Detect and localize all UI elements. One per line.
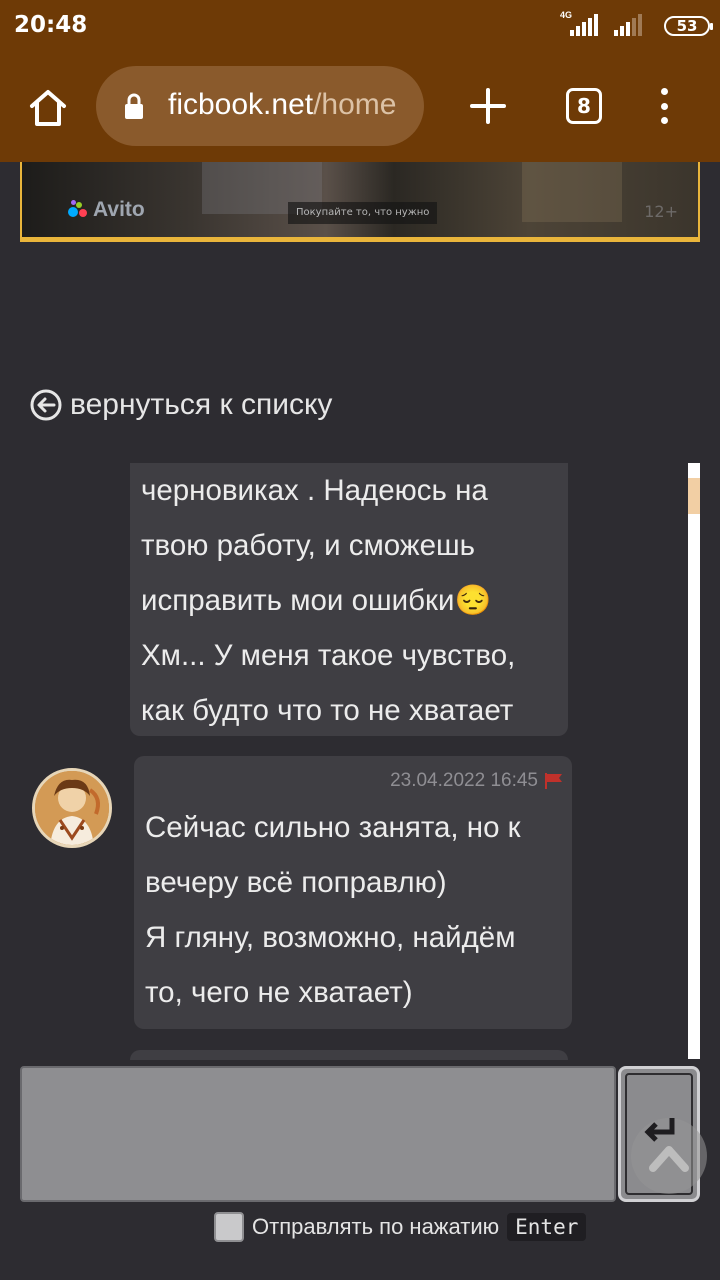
avito-logo: Avito bbox=[68, 198, 145, 222]
url-path: /home bbox=[313, 88, 397, 121]
battery-level: 53 bbox=[676, 17, 698, 35]
ad-banner[interactable]: Avito Покупайте то, что нужно 12+ bbox=[20, 162, 700, 242]
back-to-list-link[interactable]: вернуться к списку bbox=[30, 388, 332, 422]
ad-brand: Avito bbox=[93, 198, 145, 221]
browser-menu-button[interactable] bbox=[654, 86, 674, 126]
avatar[interactable] bbox=[32, 768, 112, 848]
enter-key-label: Enter bbox=[507, 1213, 587, 1241]
status-bar: 20:48 4G 53 bbox=[0, 0, 720, 52]
message-line: как будто что то не хватает bbox=[141, 694, 514, 727]
send-on-enter-label: Отправлять по нажатию bbox=[252, 1214, 500, 1239]
scrollbar-thumb[interactable] bbox=[688, 478, 700, 514]
address-bar[interactable]: ficbook.net/home bbox=[96, 66, 424, 146]
status-icons: 4G 53 bbox=[560, 10, 713, 36]
message-line: вечеру всё поправлю) bbox=[145, 866, 447, 899]
report-flag-icon[interactable] bbox=[544, 772, 564, 790]
signal-icon bbox=[612, 14, 654, 36]
message-text: Сейчас сильно занята, но к вечеру всё по… bbox=[145, 800, 575, 1020]
tab-switcher-button[interactable]: 8 bbox=[566, 88, 602, 124]
new-tab-button[interactable] bbox=[468, 86, 508, 126]
message-line: твою работу, и сможешь bbox=[141, 529, 476, 562]
message-line: Хм... У меня такое чувство, bbox=[141, 639, 516, 672]
ad-age-rating: 12+ bbox=[644, 202, 678, 221]
chevron-up-icon bbox=[649, 1146, 689, 1172]
tab-count: 8 bbox=[577, 94, 591, 118]
signal-4g-icon: 4G bbox=[560, 10, 602, 36]
message-bubble-partial bbox=[130, 1050, 568, 1060]
message-line: то, чего не хватает) bbox=[145, 976, 413, 1009]
message-bubble: черновиках . Надеюсь на твою работу, и с… bbox=[130, 463, 568, 736]
url-domain: ficbook.net bbox=[168, 88, 314, 121]
plus-icon bbox=[470, 88, 506, 124]
browser-toolbar: ficbook.net/home 8 bbox=[0, 52, 720, 162]
message-bubble: 23.04.2022 16:45 Сейчас сильно занята, н… bbox=[134, 756, 572, 1029]
message-list[interactable]: черновиках . Надеюсь на твою работу, и с… bbox=[0, 463, 720, 1060]
user-avatar-image bbox=[35, 771, 109, 845]
message-line: исправить мои ошибки😔 bbox=[141, 584, 492, 617]
ad-image-area-2 bbox=[522, 162, 622, 222]
battery-icon: 53 bbox=[664, 16, 713, 36]
ad-slogan: Покупайте то, что нужно bbox=[288, 202, 438, 224]
message-line: Я гляну, возможно, найдём bbox=[145, 921, 516, 954]
lock-icon bbox=[125, 93, 143, 119]
message-input[interactable] bbox=[20, 1066, 616, 1202]
back-arrow-circle-icon bbox=[30, 389, 62, 421]
url-text: ficbook.net/home bbox=[168, 88, 396, 122]
status-time: 20:48 bbox=[14, 12, 88, 38]
message-line: Сейчас сильно занята, но к bbox=[145, 811, 521, 844]
message-timestamp: 23.04.2022 16:45 bbox=[390, 770, 538, 791]
more-vertical-icon bbox=[660, 88, 668, 95]
send-on-enter-option[interactable]: Отправлять по нажатию Enter bbox=[214, 1212, 587, 1242]
send-on-enter-checkbox[interactable] bbox=[214, 1212, 244, 1242]
home-icon bbox=[30, 90, 66, 126]
home-button[interactable] bbox=[26, 86, 70, 130]
avito-logo-icon bbox=[68, 200, 90, 220]
back-to-list-label: вернуться к списку bbox=[70, 388, 333, 421]
scrollbar-track[interactable] bbox=[688, 463, 700, 1059]
message-text: черновиках . Надеюсь на твою работу, и с… bbox=[141, 463, 571, 738]
message-line: черновиках . Надеюсь на bbox=[141, 474, 488, 507]
